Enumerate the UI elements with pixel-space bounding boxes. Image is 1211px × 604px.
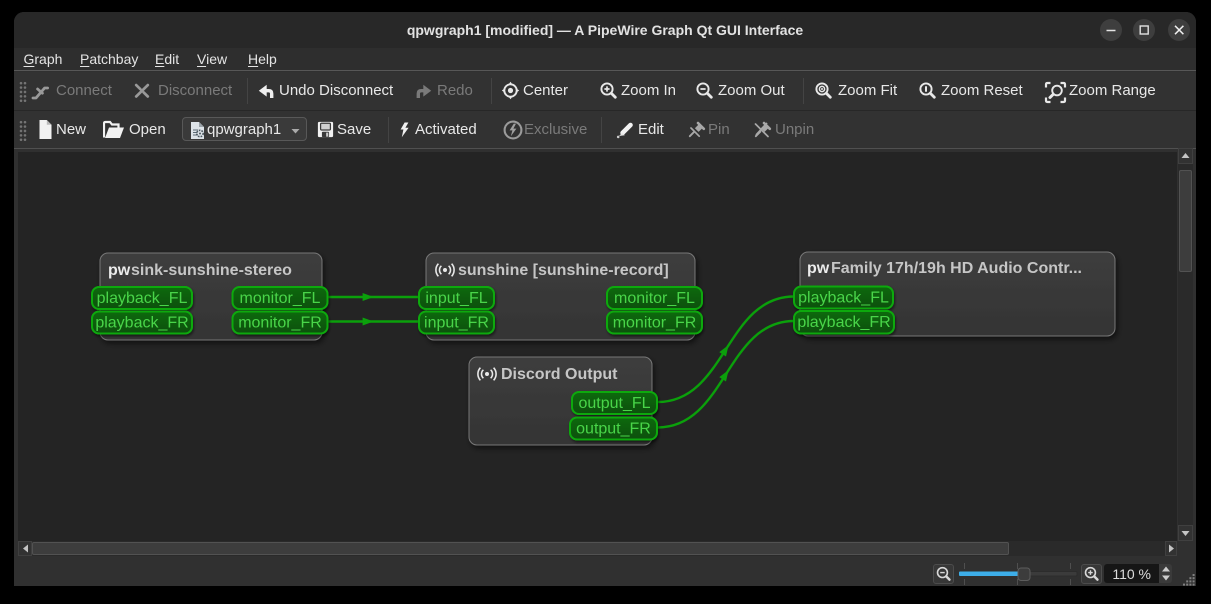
svg-text:Discord Output: Discord Output [501, 366, 618, 383]
svg-text:monitor_FR: monitor_FR [238, 315, 322, 332]
svg-text:output_FR: output_FR [576, 421, 651, 438]
svg-text:output_FL: output_FL [578, 395, 650, 412]
svg-text:sink-sunshine-stereo: sink-sunshine-stereo [131, 262, 292, 279]
svg-text:pw: pw [807, 260, 830, 277]
svg-text:playback_FL: playback_FL [798, 290, 889, 307]
svg-text:Family 17h/19h HD Audio Contr.: Family 17h/19h HD Audio Contr... [831, 260, 1082, 277]
svg-text:input_FL: input_FL [425, 290, 487, 307]
svg-text:monitor_FL: monitor_FL [614, 290, 695, 307]
svg-text:playback_FL: playback_FL [97, 290, 188, 307]
svg-text:playback_FR: playback_FR [95, 315, 188, 332]
svg-text:pw: pw [108, 262, 131, 279]
svg-text:input_FR: input_FR [424, 315, 489, 332]
svg-text:monitor_FL: monitor_FL [240, 290, 321, 307]
svg-text:sunshine [sunshine-record]: sunshine [sunshine-record] [458, 262, 669, 279]
svg-text:playback_FR: playback_FR [797, 314, 890, 331]
svg-text:monitor_FR: monitor_FR [613, 315, 697, 332]
